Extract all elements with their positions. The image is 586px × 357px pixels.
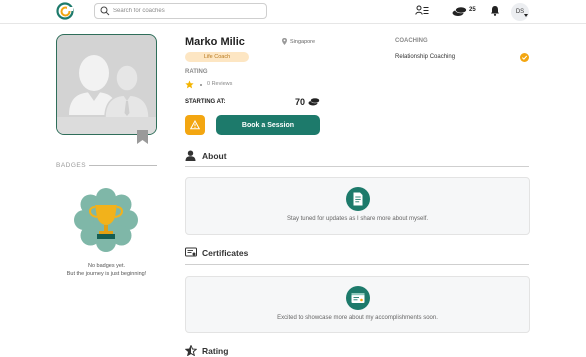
- warning-icon: [190, 120, 200, 130]
- separator-dot: [200, 84, 202, 86]
- coaching-item: Relationship Coaching: [395, 54, 456, 60]
- coin-count: 25: [469, 7, 476, 13]
- badges-empty-message: No badges yet. But the journey is just b…: [40, 262, 173, 278]
- bell-icon[interactable]: [490, 5, 500, 16]
- session-price: 70: [295, 97, 306, 107]
- check-circle-icon: [520, 53, 529, 62]
- profile-photo-placeholder: [56, 34, 157, 135]
- badges-empty-line1: No badges yet.: [88, 263, 125, 269]
- certificate-badge-icon: [346, 286, 370, 310]
- certificates-text: Excited to showcase more about my accomp…: [277, 315, 438, 321]
- coach-name: Marko Milic: [185, 36, 245, 48]
- contacts-list-icon[interactable]: [415, 5, 429, 16]
- coin-icon: [308, 97, 320, 106]
- star-icon: [185, 80, 194, 89]
- location-pin-icon: [282, 38, 287, 45]
- coaching-heading: COACHING: [395, 38, 428, 44]
- search-input[interactable]: [113, 5, 263, 17]
- logo-icon[interactable]: [56, 2, 74, 20]
- person-icon: [185, 150, 196, 161]
- coach-location: Singapore: [290, 39, 316, 45]
- star-outline-icon: [185, 345, 197, 356]
- bookmark-icon[interactable]: [137, 130, 148, 144]
- certificates-card: Excited to showcase more about my accomp…: [185, 276, 530, 333]
- certificate-icon: [185, 247, 197, 257]
- chevron-down-icon[interactable]: [524, 14, 528, 17]
- starting-at-label: STARTING AT:: [185, 99, 226, 105]
- certificates-divider: [185, 264, 529, 265]
- reviews-count[interactable]: 0 Reviews: [207, 81, 232, 87]
- about-card: Stay tuned for updates as I share more a…: [185, 177, 530, 235]
- about-title: About: [202, 151, 227, 161]
- coach-type-tag: Life Coach: [185, 52, 249, 62]
- certificates-title: Certificates: [202, 248, 249, 258]
- rating-title: Rating: [202, 346, 229, 356]
- about-divider: [185, 166, 529, 167]
- report-button[interactable]: [185, 115, 205, 135]
- about-text: Stay tuned for updates as I share more a…: [286, 216, 429, 222]
- trophy-badge-icon: [74, 188, 138, 252]
- badges-divider: [89, 165, 157, 166]
- badges-heading: BADGES: [56, 162, 87, 169]
- document-icon: [346, 187, 370, 211]
- search-box[interactable]: [94, 3, 267, 19]
- top-bar: 25 DS: [0, 0, 586, 24]
- coins-icon[interactable]: [452, 6, 467, 17]
- book-session-button[interactable]: Book a Session: [216, 115, 320, 135]
- user-avatar[interactable]: DS: [511, 3, 529, 21]
- badges-empty-line2: But the journey is just beginning!: [66, 271, 147, 277]
- rating-label: RATING: [185, 69, 208, 75]
- search-icon: [100, 6, 110, 16]
